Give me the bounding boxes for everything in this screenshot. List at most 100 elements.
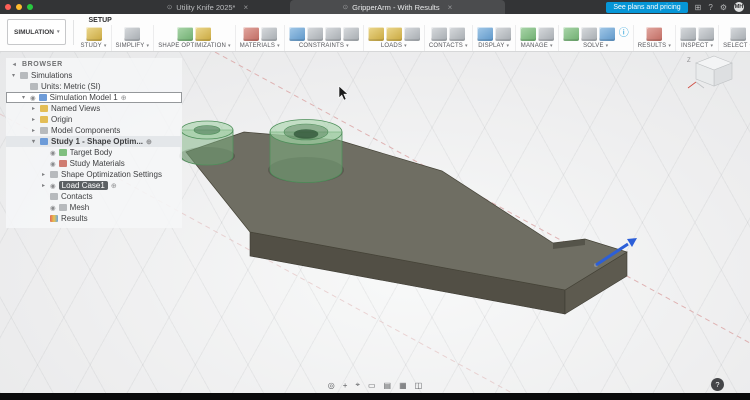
tree-item-named-views[interactable]: ▸ Named Views xyxy=(6,103,182,114)
pan-icon[interactable]: + xyxy=(342,381,349,390)
orbit-icon[interactable]: ◎ xyxy=(327,381,336,390)
center-icon[interactable]: ⌖ xyxy=(354,380,361,390)
preserve-region-boss-2[interactable] xyxy=(269,119,343,183)
study-materials-icon[interactable] xyxy=(242,26,259,41)
toolbar-group-manage-label[interactable]: MANAGE ▾ xyxy=(521,43,553,49)
chevron-right-icon[interactable]: ▸ xyxy=(40,182,47,189)
measure-icon[interactable] xyxy=(680,26,697,41)
view-cube[interactable]: Z xyxy=(687,55,733,89)
tree-item-results[interactable]: Results xyxy=(6,213,182,224)
minimize-window-button[interactable] xyxy=(16,4,22,10)
close-tab-icon[interactable]: × xyxy=(243,3,248,12)
document-tab-utility-knife[interactable]: ⊙ Utility Knife 2025* × xyxy=(125,0,290,14)
tree-item-target-body[interactable]: ◉ Target Body xyxy=(6,147,182,158)
select-cursor-icon[interactable] xyxy=(729,26,746,41)
see-plans-pricing-button[interactable]: See plans and pricing xyxy=(606,1,688,13)
chevron-down-icon: ▾ xyxy=(103,42,107,49)
automatic-contacts-icon[interactable] xyxy=(431,26,448,41)
solve-info-icon[interactable]: ⓘ xyxy=(619,28,629,39)
fixed-constraint-icon[interactable] xyxy=(288,26,305,41)
apps-grid-icon[interactable]: ⊞ xyxy=(695,3,702,12)
close-tab-icon[interactable]: × xyxy=(448,3,453,12)
display-mode-icon[interactable] xyxy=(494,26,511,41)
tree-item-simulation-model-1[interactable]: ▾ ◉ Simulation Model 1 ⊕ xyxy=(6,92,182,103)
chevron-right-icon[interactable]: ▸ xyxy=(30,116,37,123)
tree-item-load-case-1[interactable]: ▸ ◉ Load Case1 ⊕ xyxy=(6,180,182,191)
collapse-panel-icon[interactable]: ◂ xyxy=(11,61,18,68)
viewports-icon[interactable]: ◫ xyxy=(414,381,424,390)
toolbar-group-solve-label[interactable]: SOLVE ▾ xyxy=(583,43,608,49)
grid-settings-icon[interactable]: ▦ xyxy=(398,381,408,390)
manage-studies-icon[interactable] xyxy=(519,26,536,41)
chevron-down-icon[interactable]: ▾ xyxy=(10,72,17,79)
tree-item-mesh[interactable]: ◉ Mesh xyxy=(6,202,182,213)
moment-load-icon[interactable] xyxy=(403,26,420,41)
precheck-icon[interactable] xyxy=(580,26,597,41)
results-icon[interactable] xyxy=(646,26,663,41)
section-analysis-icon[interactable] xyxy=(698,26,715,41)
bottom-letterbox-bar xyxy=(0,393,750,400)
toolbar-group-constraints-label[interactable]: CONSTRAINTS ▾ xyxy=(299,43,349,49)
preserve-region-boss-1[interactable] xyxy=(180,120,234,166)
toolbar-group-simplify-label[interactable]: SIMPLIFY ▾ xyxy=(116,43,150,49)
clone-study-icon[interactable] xyxy=(537,26,554,41)
visibility-eye-icon[interactable]: ◉ xyxy=(50,160,56,168)
visibility-eye-icon[interactable]: ◉ xyxy=(50,204,56,212)
toolbar-group-inspect-label[interactable]: INSPECT ▾ xyxy=(681,43,713,49)
visibility-eye-icon[interactable]: ◉ xyxy=(50,149,56,157)
user-avatar[interactable]: MH xyxy=(734,2,744,12)
preserve-region-icon[interactable] xyxy=(177,26,194,41)
folder-icon xyxy=(40,116,48,123)
help-button[interactable]: ? xyxy=(711,378,724,391)
simplify-icon[interactable] xyxy=(124,26,141,41)
toolbar-group-materials-label[interactable]: MATERIALS ▾ xyxy=(240,43,280,49)
manage-contacts-icon[interactable] xyxy=(449,26,466,41)
tree-item-units[interactable]: Units: Metric (SI) xyxy=(6,81,182,92)
pressure-load-icon[interactable] xyxy=(385,26,402,41)
force-load-icon[interactable] xyxy=(367,26,384,41)
tree-item-study-1[interactable]: ▾ Study 1 - Shape Optim... ⊕ xyxy=(6,136,182,147)
tree-item-origin[interactable]: ▸ Origin xyxy=(6,114,182,125)
chevron-right-icon[interactable]: ▸ xyxy=(30,105,37,112)
browser-panel-header[interactable]: ◂ BROWSER xyxy=(6,58,182,70)
tree-item-model-components[interactable]: ▸ Model Components xyxy=(6,125,182,136)
visibility-eye-icon[interactable]: ◉ xyxy=(30,94,36,102)
toolbar-group-select-label[interactable]: SELECT▾ xyxy=(723,43,750,49)
document-tab-gripperarm[interactable]: ⊙ GripperArm - With Results × xyxy=(290,0,505,14)
pin-constraint-icon[interactable] xyxy=(306,26,323,41)
frictionless-constraint-icon[interactable] xyxy=(324,26,341,41)
tree-item-shape-optimization-settings[interactable]: ▸ Shape Optimization Settings xyxy=(6,169,182,180)
manage-materials-icon[interactable] xyxy=(260,26,277,41)
chevron-down-icon: ▾ xyxy=(506,42,510,49)
fit-icon[interactable]: ▭ xyxy=(367,381,377,390)
tree-item-contacts[interactable]: Contacts xyxy=(6,191,182,202)
tree-item-study-materials[interactable]: ◉ Study Materials xyxy=(6,158,182,169)
close-window-button[interactable] xyxy=(5,4,11,10)
toolbar-group-results-label[interactable]: RESULTS ▾ xyxy=(638,43,671,49)
toolbar-group-display-label[interactable]: DISPLAY ▾ xyxy=(478,43,509,49)
job-status-icon[interactable] xyxy=(598,26,615,41)
bolt-connector-icon[interactable] xyxy=(342,26,359,41)
tab-title: GripperArm - With Results xyxy=(352,2,440,12)
help-icon[interactable]: ? xyxy=(708,3,712,12)
symmetry-plane-icon[interactable] xyxy=(195,26,212,41)
workspace-switcher-button[interactable]: SIMULATION ▾ xyxy=(7,19,67,45)
toolbar-group-study-label[interactable]: STUDY ▾ xyxy=(80,43,106,49)
chevron-down-icon[interactable]: ▾ xyxy=(20,94,27,101)
chevron-right-icon[interactable]: ▸ xyxy=(40,171,47,178)
tree-item-simulations[interactable]: ▾ Simulations xyxy=(6,70,182,81)
tab-setup[interactable]: SETUP xyxy=(88,17,111,25)
chevron-right-icon[interactable]: ▸ xyxy=(30,127,37,134)
chevron-down-icon: ▾ xyxy=(56,29,60,35)
toolbar-group-shape-optimization-label[interactable]: SHAPE OPTIMIZATION ▾ xyxy=(158,43,231,49)
display-results-icon[interactable] xyxy=(476,26,493,41)
fullscreen-window-button[interactable] xyxy=(27,4,33,10)
chevron-down-icon[interactable]: ▾ xyxy=(30,138,37,145)
toolbar-group-contacts-label[interactable]: CONTACTS ▾ xyxy=(429,43,468,49)
solve-icon[interactable] xyxy=(562,26,579,41)
display-settings-icon[interactable]: ▤ xyxy=(383,381,393,390)
toolbar-group-loads-label[interactable]: LOADS ▾ xyxy=(381,43,407,49)
settings-gear-icon[interactable]: ⚙ xyxy=(720,3,727,12)
visibility-eye-icon[interactable]: ◉ xyxy=(50,182,56,190)
new-study-icon[interactable] xyxy=(85,26,102,41)
